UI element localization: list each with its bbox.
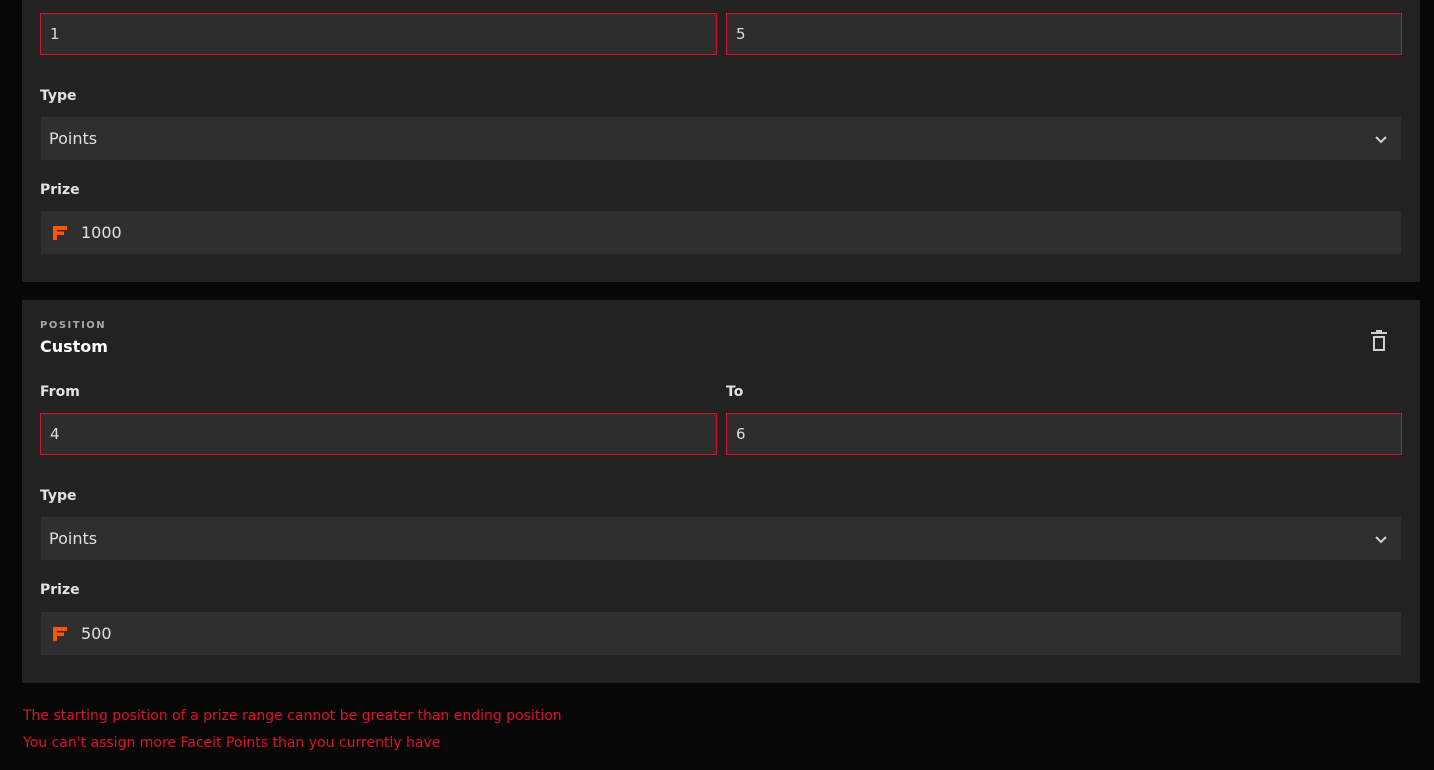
to-input-value: 5	[736, 25, 746, 43]
from-input-value: 1	[50, 25, 60, 43]
type-select[interactable]: Points	[41, 117, 1401, 160]
prize-label: Prize	[40, 182, 80, 198]
prize-input[interactable]: 500	[41, 612, 1401, 655]
to-input-value: 6	[736, 425, 746, 443]
error-message: You can't assign more Faceit Points than…	[23, 735, 441, 751]
section-title: Custom	[40, 337, 108, 356]
from-input-value: 4	[50, 425, 60, 443]
to-label: To	[726, 384, 744, 400]
section-overline: POSITION	[40, 320, 107, 331]
type-select[interactable]: Points	[41, 517, 1401, 560]
from-input[interactable]: 4	[40, 413, 717, 455]
type-label: Type	[40, 88, 77, 104]
prize-input[interactable]: 1000	[41, 211, 1401, 254]
trash-icon[interactable]	[1370, 330, 1388, 352]
prize-input-value: 500	[81, 624, 112, 643]
from-label: From	[40, 384, 80, 400]
error-message: The starting position of a prize range c…	[23, 708, 562, 724]
prize-input-value: 1000	[81, 223, 122, 242]
from-input[interactable]: 1	[40, 13, 717, 55]
prize-tier-card-2: POSITION Custom From To 4 6 Type Points …	[22, 300, 1420, 683]
type-select-value: Points	[49, 529, 98, 548]
prize-tier-card-1: 1 5 Type Points Prize 1000	[22, 0, 1420, 282]
chevron-down-icon	[1375, 135, 1387, 143]
to-input[interactable]: 5	[726, 13, 1402, 55]
to-input[interactable]: 6	[726, 413, 1402, 455]
type-select-value: Points	[49, 129, 98, 148]
prize-label: Prize	[40, 582, 80, 598]
faceit-points-icon	[53, 626, 67, 641]
faceit-points-icon	[53, 225, 67, 240]
chevron-down-icon	[1375, 535, 1387, 543]
type-label: Type	[40, 488, 77, 504]
validation-errors: The starting position of a prize range c…	[23, 703, 562, 757]
